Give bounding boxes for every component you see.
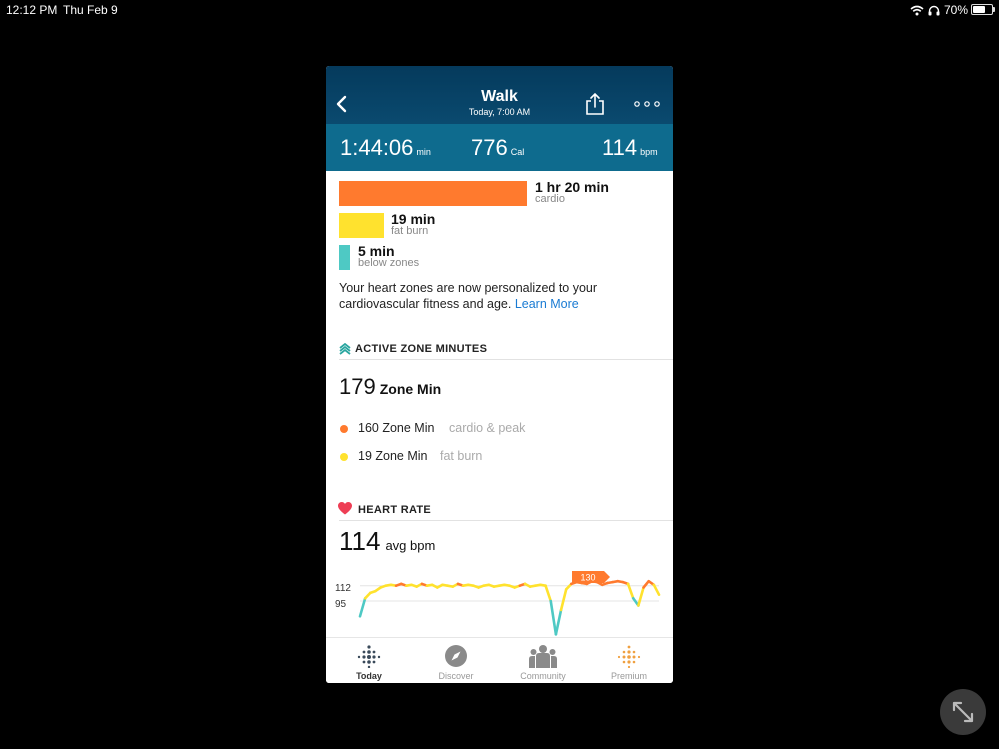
battery-percent: 70% xyxy=(943,3,968,17)
zone-note: Your heart zones are now personalized to… xyxy=(339,280,659,312)
avg-heart-rate: 114 avg bpm xyxy=(339,526,435,557)
heart-rate-value: 114 xyxy=(602,135,638,160)
section-divider xyxy=(339,520,673,521)
heart-rate-unit: bpm xyxy=(640,147,658,157)
expand-button[interactable] xyxy=(940,689,986,735)
cardio-dot xyxy=(340,425,348,433)
tab-label: Today xyxy=(356,671,382,681)
duration-unit: min xyxy=(416,147,431,157)
tab-bar: Today Discover Community Premium xyxy=(326,637,673,683)
status-time: 12:12 PM xyxy=(6,3,58,17)
duration-stat: 1:44:06 min xyxy=(340,135,431,161)
duration-value: 1:44:06 xyxy=(340,135,414,160)
zone-minutes-total: 179 Zone Min xyxy=(339,374,441,400)
section-divider xyxy=(339,359,673,360)
y-tick-label: 112 xyxy=(335,583,351,594)
tab-premium[interactable]: Premium xyxy=(586,638,672,683)
community-icon xyxy=(529,645,557,668)
tab-discover[interactable]: Discover xyxy=(413,638,499,683)
summary-stats: 1:44:06 min 776 Cal 114 bpm xyxy=(326,124,673,171)
page-title: Walk xyxy=(481,88,518,105)
app-window: Walk Today, 7:00 AM 1:44:06 min 776 Cal 11… xyxy=(326,66,673,683)
zone-minutes-total-unit: Zone Min xyxy=(379,381,442,397)
heart-rate-line-segment xyxy=(554,608,563,636)
premium-dots-icon xyxy=(617,645,641,668)
share-icon[interactable] xyxy=(584,92,606,116)
tab-label: Premium xyxy=(610,671,647,681)
more-options-icon[interactable] xyxy=(633,98,661,110)
calories-value: 776 xyxy=(471,135,508,160)
scroll-content[interactable]: 1 hr 20 min cardio 19 min fat burn 5 min… xyxy=(326,171,673,637)
compass-icon xyxy=(445,645,467,667)
fitbit-dots-icon xyxy=(357,645,381,668)
zone-bar-fat-burn xyxy=(339,213,384,238)
heart-rate-line-segment xyxy=(549,599,558,636)
tab-community[interactable]: Community xyxy=(500,638,586,683)
zone-bar-below-zones xyxy=(339,245,350,270)
zone-row-label: cardio & peak xyxy=(449,421,526,435)
header-bar: Walk Today, 7:00 AM xyxy=(326,66,673,124)
peak-callout: 130 xyxy=(572,571,610,583)
tab-today[interactable]: Today xyxy=(326,638,412,683)
zone-bar-cardio xyxy=(339,181,527,206)
zone-label: fat burn xyxy=(391,225,429,237)
y-tick-label: 95 xyxy=(335,599,347,610)
avg-heart-rate-value: 114 xyxy=(339,526,381,556)
expand-arrows-icon xyxy=(952,701,974,723)
learn-more-link[interactable]: Learn More xyxy=(515,297,579,311)
status-date: Thu Feb 9 xyxy=(63,3,118,17)
zone-label: below zones xyxy=(358,257,420,269)
wifi-icon xyxy=(910,5,924,15)
fat-burn-dot xyxy=(340,453,348,461)
heart-rate-line-segment xyxy=(637,586,645,607)
status-indicators: 70% xyxy=(910,3,968,17)
status-bar: 12:12 PM Thu Feb 9 70% xyxy=(0,0,999,18)
heart-rate-title: HEART RATE xyxy=(358,504,432,516)
zone-label: cardio xyxy=(535,193,565,205)
zone-chevrons-icon xyxy=(339,343,351,355)
tab-label: Community xyxy=(520,671,566,681)
calories-stat: 776 Cal xyxy=(471,135,524,161)
avg-heart-rate-unit: avg bpm xyxy=(385,538,436,553)
tab-label: Discover xyxy=(438,671,474,681)
headphones-icon xyxy=(928,5,940,15)
heart-rate-line-segment xyxy=(559,587,568,612)
peak-callout-value: 130 xyxy=(580,573,595,583)
page-subtitle: Today, 7:00 AM xyxy=(468,107,531,117)
heart-rate-line-segment xyxy=(544,584,553,603)
title-block: Walk Today, 7:00 AM xyxy=(326,88,673,117)
heart-rate-stat: 114 bpm xyxy=(602,135,658,161)
calories-unit: Cal xyxy=(510,147,525,157)
zone-row-label: fat burn xyxy=(440,449,483,463)
heart-icon xyxy=(338,502,352,515)
battery-icon xyxy=(971,4,995,15)
heart-rate-chart[interactable]: 112 95 130 xyxy=(326,565,673,637)
zone-row-value: 19 Zone Min xyxy=(358,449,428,463)
zone-minutes-total-value: 179 xyxy=(339,374,376,399)
active-zone-minutes-title: ACTIVE ZONE MINUTES xyxy=(355,343,488,355)
zone-row-value: 160 Zone Min xyxy=(358,421,435,435)
heart-rate-line-segment xyxy=(652,583,661,597)
